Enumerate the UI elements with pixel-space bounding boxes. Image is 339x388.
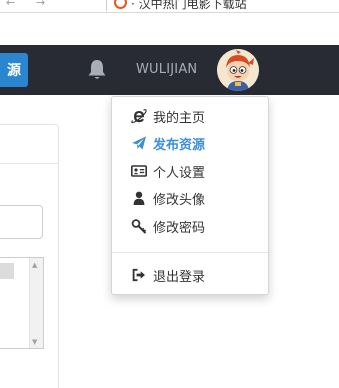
menu-item-personal-settings[interactable]: 个人设置 [112,158,268,184]
bell-icon[interactable] [86,58,108,82]
menu-item-change-avatar[interactable]: 修改头像 [112,185,268,211]
username-link[interactable]: WULIJIAN [136,62,197,77]
tab-separator [106,0,107,11]
description-textarea[interactable]: ▲ ▼ [0,257,44,349]
menu-item-label: 退出登录 [153,269,206,285]
menu-item-publish-resource[interactable]: 发布资源 [112,130,268,156]
top-navbar: 源 WULIJIAN [0,45,339,95]
favicon-icon [114,0,127,9]
publish-resource-button[interactable]: 源 [0,53,28,87]
menu-item-label: 发布资源 [153,137,206,153]
avatar-icon[interactable] [217,49,259,91]
menu-divider [112,252,268,253]
scroll-up-icon[interactable]: ▲ [32,261,37,269]
menu-item-logout[interactable]: 退出登录 [112,262,268,288]
user-dropdown-menu: 我的主页 发布资源 个人设置 修改头像 修改密码 退出登录 [111,96,269,295]
browser-tab-title[interactable]: · 汉中热门电影下载站 [131,0,251,12]
menu-item-label: 我的主页 [153,110,206,126]
menu-item-label: 修改密码 [153,220,206,236]
panel-divider [0,163,58,164]
id-card-icon [131,163,147,179]
send-icon [131,135,147,151]
user-icon [131,190,147,206]
menu-item-label: 个人设置 [153,165,206,181]
menu-item-label: 修改头像 [153,192,206,208]
browser-tab-strip: ← → · 汉中热门电影下载站 [0,0,339,13]
key-icon [131,218,147,234]
sign-out-icon [131,267,147,283]
menu-item-change-password[interactable]: 修改密码 [112,213,268,239]
content-panel: ▲ ▼ [0,124,59,388]
forward-arrow-icon[interactable]: → [36,0,45,9]
scroll-down-icon[interactable]: ▼ [32,338,37,346]
textarea-highlight-row [0,263,14,279]
ie-icon [131,108,147,124]
menu-item-my-homepage[interactable]: 我的主页 [112,103,268,129]
back-arrow-icon[interactable]: ← [6,0,15,9]
title-input[interactable] [0,205,43,239]
textarea-scrollbar[interactable]: ▲ ▼ [29,258,43,348]
